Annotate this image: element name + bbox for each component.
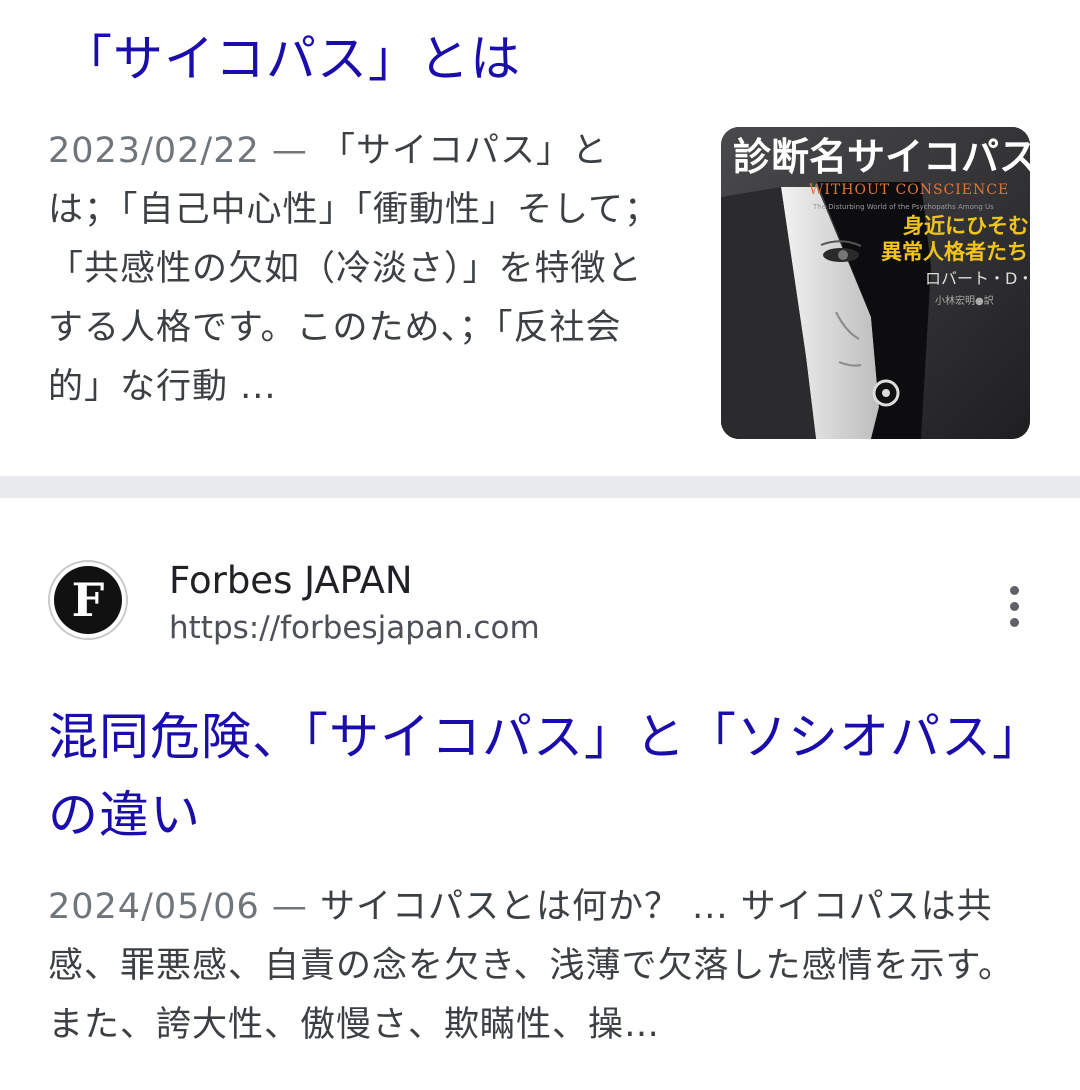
favicon-letter: F	[54, 566, 122, 634]
result-source[interactable]: F Forbes JAPAN https://forbesjapan.com	[48, 558, 1038, 648]
result-date: 2024/05/06	[48, 887, 260, 927]
thumb-tagline-2: 異常人格者たち	[881, 240, 1028, 264]
result-snippet: 2023/02/22 — 「サイコパス」とは；「自己中心性」「衝動性」そして；「…	[48, 122, 673, 417]
result-title-link[interactable]: 混同危険、「サイコパス」と「ソシオパス」の違い	[48, 698, 1038, 854]
thumb-title: 診断名サイコパス	[733, 135, 1030, 179]
thumb-author: ロバート・D・ヘア	[925, 269, 1030, 288]
result-date: 2023/02/22	[48, 131, 260, 171]
thumb-tagline-1: 身近にひそむ	[903, 214, 1029, 238]
site-name: Forbes JAPAN	[169, 559, 413, 602]
date-separator: —	[259, 131, 320, 171]
site-url: https://forbesjapan.com	[169, 610, 540, 646]
thumb-subtitle-en-small: The Disturbing World of the Psychopaths …	[812, 203, 994, 211]
thumb-translator: 小林宏明●訳	[935, 294, 994, 307]
search-result-card: F Forbes JAPAN https://forbesjapan.com 混…	[0, 498, 1080, 1090]
date-separator: —	[259, 887, 320, 927]
more-vert-icon[interactable]	[998, 584, 1032, 630]
forbes-favicon-icon: F	[48, 560, 128, 640]
result-thumbnail[interactable]: 診断名サイコパス WITHOUT CONSCIENCE The Disturbi…	[721, 127, 1030, 439]
result-snippet-text: 「サイコパス」とは；「自己中心性」「衝動性」そして；「共感性の欠如（冷淡さ）」を…	[48, 131, 660, 407]
result-divider	[0, 476, 1080, 498]
thumb-subtitle-en: WITHOUT CONSCIENCE	[809, 182, 1009, 198]
result-title-link[interactable]: 「サイコパス」とは	[62, 20, 521, 98]
result-snippet: 2024/05/06 — サイコパスとは何か？ ... サイコパスは共感、罪悪感…	[48, 878, 1038, 1055]
search-result-card: 「サイコパス」とは 2023/02/22 — 「サイコパス」とは；「自己中心性」…	[0, 0, 1080, 476]
